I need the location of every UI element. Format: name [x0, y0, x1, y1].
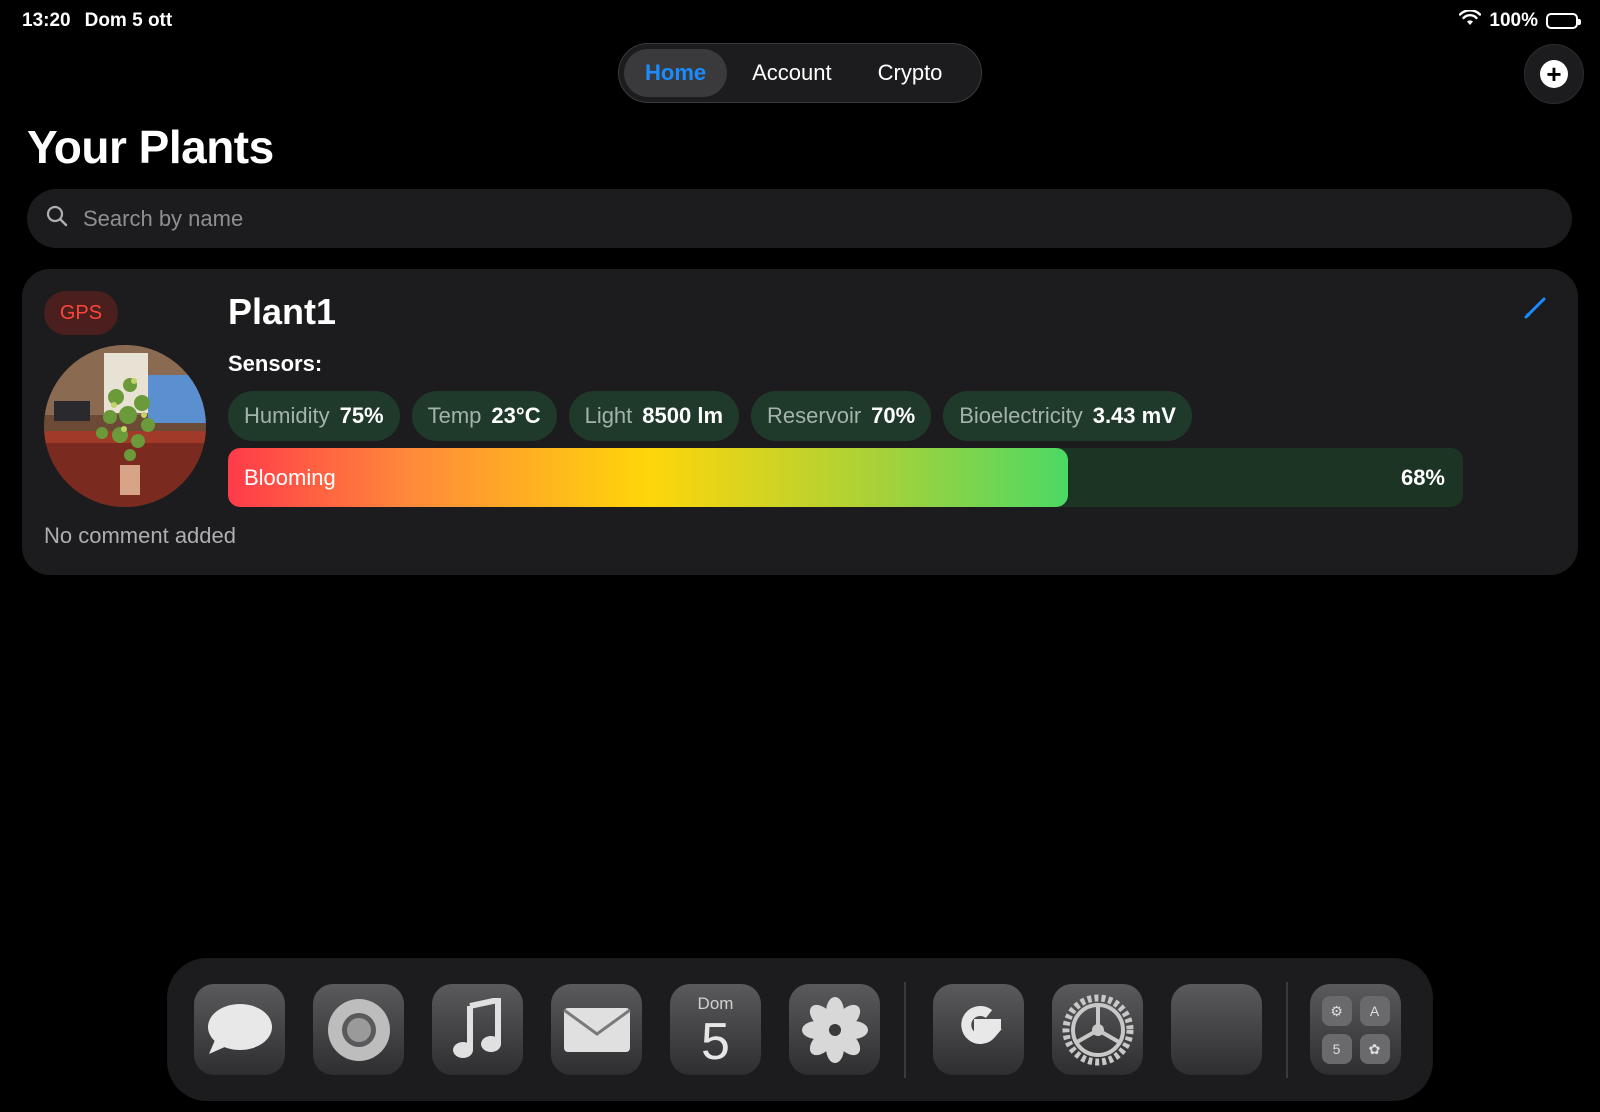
add-plant-button[interactable]: +	[1524, 44, 1584, 104]
page-title: Your Plants	[27, 121, 274, 173]
sensor-chip-light: Light 8500 lm	[568, 391, 740, 441]
sensor-label: Light	[584, 403, 633, 428]
dock-divider	[904, 982, 906, 1078]
status-bar-right: 100%	[1459, 9, 1581, 32]
tab-home[interactable]: Home	[624, 49, 728, 97]
settings-app-icon[interactable]	[1052, 984, 1143, 1075]
sensor-label: Humidity	[244, 403, 330, 428]
plus-icon: +	[1540, 60, 1568, 88]
plant-name: Plant1	[228, 291, 337, 332]
music-app-icon[interactable]	[432, 984, 523, 1075]
photos-app-icon[interactable]	[789, 984, 880, 1075]
mail-app-icon[interactable]	[551, 984, 642, 1075]
sensor-chip-temp: Temp 23°C	[411, 391, 557, 441]
growth-progress-bar: Blooming 68%	[228, 448, 1463, 507]
top-tab-bar: Home Account Crypto	[618, 43, 982, 103]
sensor-value: 8500 lm	[642, 403, 724, 428]
appstore-mini-icon: A	[1359, 996, 1390, 1026]
folder-calendar-date: 5	[1332, 1041, 1341, 1057]
sensor-chips: Humidity 75% Temp 23°C Light 8500 lm Res…	[228, 391, 1192, 441]
google-app-icon[interactable]	[933, 984, 1024, 1075]
battery-percent: 100%	[1489, 10, 1538, 31]
messages-app-icon[interactable]	[194, 984, 285, 1075]
sensor-value: 3.43 mV	[1092, 403, 1176, 428]
photos-mini-icon: ✿	[1359, 1034, 1390, 1064]
chrome-app-icon[interactable]	[313, 984, 404, 1075]
tab-account[interactable]: Account	[731, 49, 853, 97]
edit-icon[interactable]	[1522, 295, 1548, 326]
search-input[interactable]	[81, 204, 1460, 233]
growth-progress-percent: 68%	[1400, 464, 1445, 490]
blank-app-icon[interactable]	[1171, 984, 1262, 1075]
sensor-chip-reservoir: Reservoir 70%	[751, 391, 932, 441]
sensor-label: Bioelectricity	[959, 403, 1083, 428]
sensors-label: Sensors:	[228, 351, 323, 376]
search-bar[interactable]	[27, 189, 1572, 248]
sensor-label: Temp	[427, 403, 482, 428]
status-date: Dom 5 ott	[84, 10, 173, 31]
dock-divider	[1286, 982, 1288, 1078]
sensor-chip-humidity: Humidity 75%	[228, 391, 400, 441]
plant-comment: No comment added	[44, 523, 236, 548]
calendar-day: Dom	[697, 994, 734, 1013]
sensor-chip-bioelectricity: Bioelectricity 3.43 mV	[943, 391, 1192, 441]
status-time: 13:20	[22, 10, 71, 31]
sensor-value: 75%	[339, 403, 384, 428]
growth-stage-label: Blooming	[244, 464, 336, 490]
sensor-value: 23°C	[491, 403, 541, 428]
calendar-mini-icon: 5	[1321, 1034, 1352, 1064]
plant-card[interactable]: GPS Plant1 Sensors: Humidity 75% Temp 23…	[22, 269, 1578, 575]
battery-icon	[1546, 13, 1581, 29]
gps-badge[interactable]: GPS	[44, 291, 118, 335]
tab-crypto[interactable]: Crypto	[857, 49, 964, 97]
settings-mini-icon: ⚙	[1321, 996, 1352, 1026]
calendar-date: 5	[701, 1013, 730, 1071]
dock: Dom 5 ⚙ A 5 ✿	[167, 958, 1433, 1101]
search-icon	[45, 204, 81, 233]
app-library-folder-icon[interactable]: ⚙ A 5 ✿	[1310, 984, 1401, 1075]
plant-photo	[44, 345, 206, 507]
sensor-label: Reservoir	[767, 403, 862, 428]
growth-progress-fill	[228, 448, 1068, 507]
calendar-app-icon[interactable]: Dom 5	[670, 984, 761, 1075]
sensor-value: 70%	[871, 403, 916, 428]
status-bar-left: 13:20 Dom 5 ott	[22, 10, 172, 32]
wifi-icon	[1459, 9, 1482, 32]
